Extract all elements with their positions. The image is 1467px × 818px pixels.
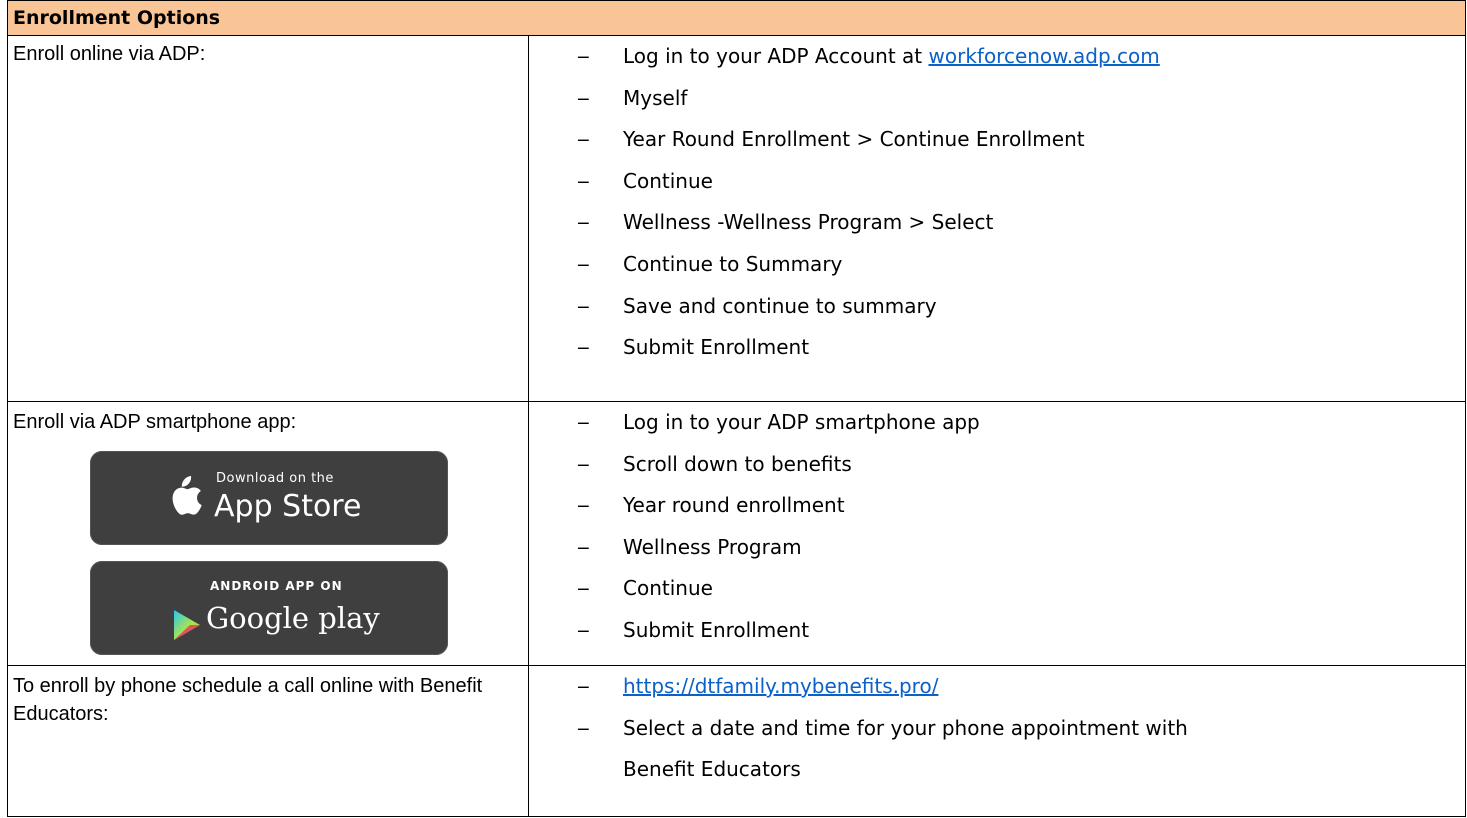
dash-bullet: ‒ [577, 674, 590, 698]
dash-bullet: ‒ [577, 534, 590, 559]
app-store-small-text: Download on the [216, 471, 334, 486]
step-text: Submit Enrollment [623, 335, 810, 360]
apple-icon [164, 473, 204, 521]
table-header: Enrollment Options [8, 1, 1465, 36]
steps-list-online: ‒ Log in to your ADP Account at workforc… [529, 36, 1465, 369]
step-item: ‒ Continue to Summary [529, 244, 1465, 286]
dash-bullet: ‒ [577, 293, 590, 318]
step-item: ‒ Year Round Enrollment > Continue Enroll… [529, 119, 1465, 161]
app-store-big-text: App Store [214, 489, 362, 524]
step-text: Log in to your ADP smartphone app [623, 410, 980, 434]
step-text: Year Round Enrollment > Continue Enrollm… [623, 127, 1085, 152]
step-item: ‒ Wellness Program [529, 527, 1465, 569]
step-text: Wellness -Wellness Program > Select [623, 210, 994, 235]
google-play-small-text: ANDROID APP ON [210, 579, 343, 593]
dash-bullet: ‒ [577, 617, 590, 642]
step-text: Year round enrollment [623, 493, 845, 518]
step-text: Submit Enrollment [623, 617, 810, 642]
adp-workforce-link[interactable]: workforcenow.adp.com [929, 44, 1160, 68]
step-text: Continue [623, 168, 713, 193]
step-text: Wellness Program [623, 534, 802, 559]
step-item: ‒ Scroll down to benefits [529, 444, 1465, 486]
step-item: ‒ Myself [529, 78, 1465, 120]
step-text: Select a date and time for your phone ap… [623, 715, 1188, 782]
dash-bullet: ‒ [577, 493, 590, 518]
step-item: ‒ Continue [529, 161, 1465, 203]
step-item: ‒ Select a date and time for your phone … [529, 708, 1465, 791]
dash-bullet: ‒ [577, 335, 590, 360]
step-item: ‒ Submit Enrollment [529, 610, 1465, 652]
dash-bullet: ‒ [577, 576, 590, 601]
step-item: ‒ Wellness -Wellness Program > Select [529, 202, 1465, 244]
step-item: ‒ https://dtfamily.mybenefits.pro/ [529, 666, 1465, 708]
row-label-phone: To enroll by phone schedule a call onlin… [13, 675, 483, 725]
table-row-phone: To enroll by phone schedule a call onlin… [8, 666, 1465, 817]
steps-list-smartphone: ‒ Log in to your ADP smartphone app ‒ Scro… [529, 402, 1465, 652]
table-row-online: Enroll online via ADP: ‒ Log in to your … [8, 36, 1465, 402]
step-text: Continue [623, 576, 713, 601]
step-text: https://dtfamily.mybenefits.pro/ [623, 666, 938, 708]
row-label-online: Enroll online via ADP: [13, 43, 206, 65]
step-item: ‒ Year round enrollment [529, 485, 1465, 527]
step-text: Continue to Summary [623, 251, 843, 276]
dash-bullet: ‒ [577, 410, 590, 434]
step-text: Myself [623, 85, 688, 110]
dash-bullet: ‒ [577, 44, 590, 68]
dtfamily-benefits-link[interactable]: https://dtfamily.mybenefits.pro/ [623, 674, 938, 698]
step-item: ‒ Save and continue to summary [529, 286, 1465, 328]
play-triangle-icon [172, 609, 202, 641]
step-item: ‒ Log in to your ADP smartphone app [529, 402, 1465, 444]
steps-list-phone: ‒ https://dtfamily.mybenefits.pro/ ‒ Sel… [529, 666, 1465, 791]
step-item: ‒ Submit Enrollment [529, 327, 1465, 369]
step-item: ‒ Log in to your ADP Account at workforc… [529, 36, 1465, 78]
table-row-smartphone: Enroll via ADP smartphone app: Download … [8, 402, 1465, 666]
dash-bullet: ‒ [577, 451, 590, 476]
dash-bullet: ‒ [577, 715, 590, 740]
enrollment-options-table: Enrollment Options Enroll online via ADP… [7, 0, 1466, 817]
step-text: Log in to your ADP Account at workforcen… [623, 36, 1160, 78]
dash-bullet: ‒ [577, 210, 590, 235]
row-label-smartphone: Enroll via ADP smartphone app: [13, 411, 297, 433]
dash-bullet: ‒ [577, 251, 590, 276]
google-play-badge[interactable]: ANDROID APP ON Google play [90, 561, 448, 655]
step-text-prefix: Log in to your ADP Account at [623, 44, 929, 68]
step-text: Save and continue to summary [623, 293, 937, 318]
dash-bullet: ‒ [577, 85, 590, 110]
step-text: Scroll down to benefits [623, 451, 852, 476]
google-play-big-text: Google play [206, 601, 380, 635]
dash-bullet: ‒ [577, 168, 590, 193]
app-store-badge[interactable]: Download on the App Store [90, 451, 448, 545]
step-item: ‒ Continue [529, 568, 1465, 610]
dash-bullet: ‒ [577, 127, 590, 152]
